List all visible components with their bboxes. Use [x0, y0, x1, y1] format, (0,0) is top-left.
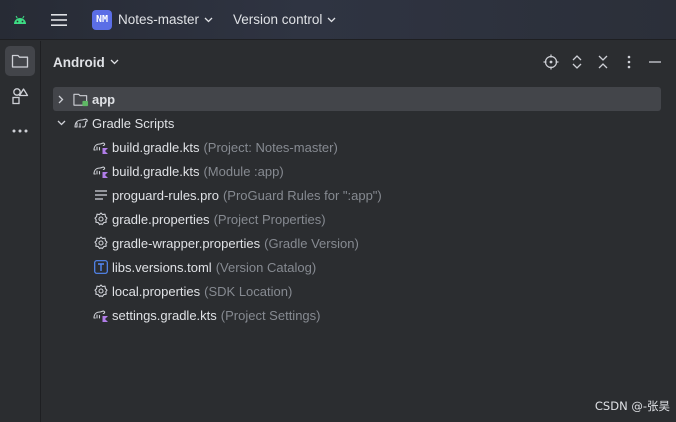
tree-file-proguard[interactable]: proguard-rules.pro (ProGuard Rules for "…	[93, 183, 676, 207]
file-name: settings.gradle.kts	[112, 307, 217, 323]
tool-window-stripe	[0, 41, 41, 422]
tree-file-libs-versions[interactable]: libs.versions.toml (Version Catalog)	[93, 255, 676, 279]
project-name: Notes-master	[118, 12, 200, 27]
gradle-kts-icon	[93, 139, 109, 155]
project-badge: NM	[92, 9, 112, 30]
more-horizontal-icon[interactable]	[5, 116, 35, 146]
file-hint: (Module :app)	[203, 163, 284, 179]
tree-file-settings-gradle[interactable]: settings.gradle.kts (Project Settings)	[93, 303, 676, 327]
file-name: build.gradle.kts	[112, 139, 200, 155]
chevron-down-icon[interactable]	[53, 115, 69, 131]
collapse-all-icon[interactable]	[590, 52, 616, 72]
tree-node-gradle-scripts[interactable]: Gradle Scripts	[53, 111, 676, 135]
file-hint: (Project Settings)	[220, 307, 321, 323]
expand-all-icon[interactable]	[564, 52, 590, 72]
tree-node-label: app	[92, 91, 116, 107]
chevron-down-icon	[327, 17, 336, 23]
project-folder-icon[interactable]	[5, 46, 35, 76]
version-control-selector[interactable]: Version control	[233, 6, 336, 34]
android-icon[interactable]	[0, 0, 40, 40]
resource-manager-icon[interactable]	[5, 81, 35, 111]
file-name: proguard-rules.pro	[112, 187, 219, 203]
more-vertical-icon[interactable]	[616, 52, 642, 72]
minimize-icon[interactable]	[642, 52, 668, 72]
tree-file-build-gradle-project[interactable]: build.gradle.kts (Project: Notes-master)	[93, 135, 676, 159]
chevron-down-icon[interactable]	[110, 59, 119, 65]
file-hint: (Gradle Version)	[264, 235, 359, 251]
file-hint: (Project Properties)	[213, 211, 326, 227]
chevron-down-icon	[204, 17, 213, 23]
version-control-label: Version control	[233, 12, 323, 27]
tree-node-app[interactable]: app	[53, 87, 661, 111]
settings-gear-icon	[93, 235, 109, 251]
module-folder-icon	[73, 91, 89, 107]
file-hint: (Project: Notes-master)	[203, 139, 338, 155]
title-bar: NM Notes-master Version control	[0, 0, 676, 40]
tree-file-gradle-wrapper-properties[interactable]: gradle-wrapper.properties (Gradle Versio…	[93, 231, 676, 255]
project-selector[interactable]: NM Notes-master	[88, 6, 217, 34]
file-name: gradle-wrapper.properties	[112, 235, 261, 251]
file-hint: (Version Catalog)	[215, 259, 317, 275]
panel-actions	[538, 52, 668, 72]
watermark: CSDN @-张昊	[594, 399, 670, 413]
gradle-kts-icon	[93, 163, 109, 179]
toml-icon	[93, 259, 109, 275]
text-lines-icon	[93, 187, 109, 203]
chevron-right-icon[interactable]	[53, 91, 69, 107]
tree-file-local-properties[interactable]: local.properties (SDK Location)	[93, 279, 676, 303]
panel-header: Android	[41, 41, 676, 83]
view-mode-selector[interactable]: Android	[53, 55, 105, 70]
file-name: gradle.properties	[112, 211, 210, 227]
settings-gear-icon	[93, 211, 109, 227]
locate-crosshair-icon[interactable]	[538, 52, 564, 72]
settings-gear-icon	[93, 283, 109, 299]
gradle-kts-icon	[93, 307, 109, 323]
tree-file-gradle-properties[interactable]: gradle.properties (Project Properties)	[93, 207, 676, 231]
file-hint: (SDK Location)	[204, 283, 293, 299]
file-name: libs.versions.toml	[112, 259, 212, 275]
project-tree: app Gradle Scripts build.gradle.kts (Pro…	[41, 87, 676, 327]
file-hint: (ProGuard Rules for ":app")	[222, 187, 382, 203]
project-tool-window: Android app Gradle Scripts build.gradle.…	[41, 41, 676, 422]
file-name: build.gradle.kts	[112, 163, 200, 179]
hamburger-menu-icon[interactable]	[44, 0, 74, 40]
gradle-elephant-icon	[73, 115, 89, 131]
tree-node-label: Gradle Scripts	[92, 115, 175, 131]
file-name: local.properties	[112, 283, 201, 299]
tree-file-build-gradle-module[interactable]: build.gradle.kts (Module :app)	[93, 159, 676, 183]
